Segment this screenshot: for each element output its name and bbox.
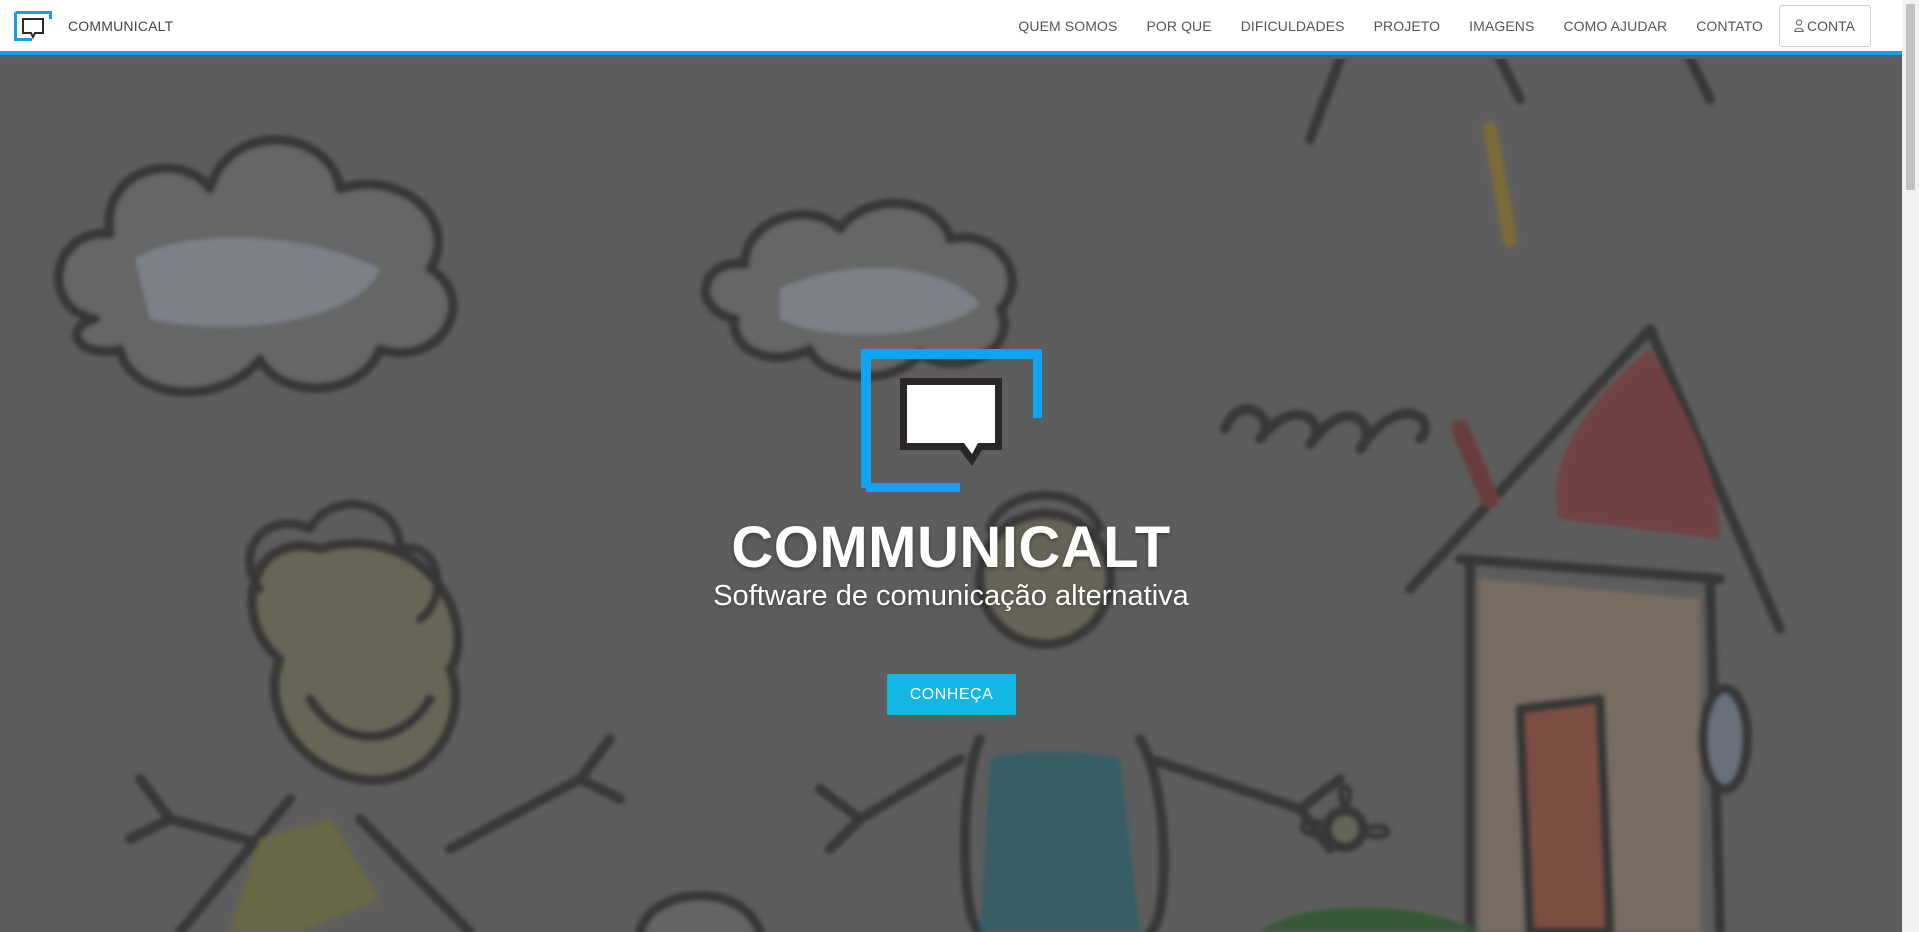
hero-content: COMMUNICALT Software de comunicação alte… [0,59,1902,932]
hero-title: COMMUNICALT [731,515,1171,580]
nav-menu: QUEM SOMOS POR QUE DIFICULDADES PROJETO … [1018,0,1871,51]
hero-section: COMMUNICALT Software de comunicação alte… [0,59,1902,932]
page-scrollbar[interactable] [1902,0,1919,932]
nav-link-por-que[interactable]: POR QUE [1146,18,1211,34]
speech-bubble-logo-icon [861,349,1042,492]
account-button[interactable]: CONTA [1779,4,1871,47]
brand-name: COMMUNICALT [68,17,174,34]
conheca-button[interactable]: CONHEÇA [887,674,1016,715]
user-icon [1794,19,1804,32]
speech-bubble-logo-icon [14,10,52,41]
nav-link-quem-somos[interactable]: QUEM SOMOS [1018,18,1117,34]
nav-link-como-ajudar[interactable]: COMO AJUDAR [1563,18,1667,34]
nav-link-contato[interactable]: CONTATO [1696,18,1763,34]
account-label: CONTA [1807,17,1855,34]
nav-link-imagens[interactable]: IMAGENS [1469,18,1534,34]
hero-subtitle: Software de comunicação alternativa [713,580,1189,612]
nav-link-dificuldades[interactable]: DIFICULDADES [1241,18,1345,34]
brand-link[interactable]: COMMUNICALT [14,0,173,51]
scrollbar-thumb[interactable] [1906,4,1915,190]
nav-link-projeto[interactable]: PROJETO [1374,18,1441,34]
top-navbar: COMMUNICALT QUEM SOMOS POR QUE DIFICULDA… [0,0,1902,55]
